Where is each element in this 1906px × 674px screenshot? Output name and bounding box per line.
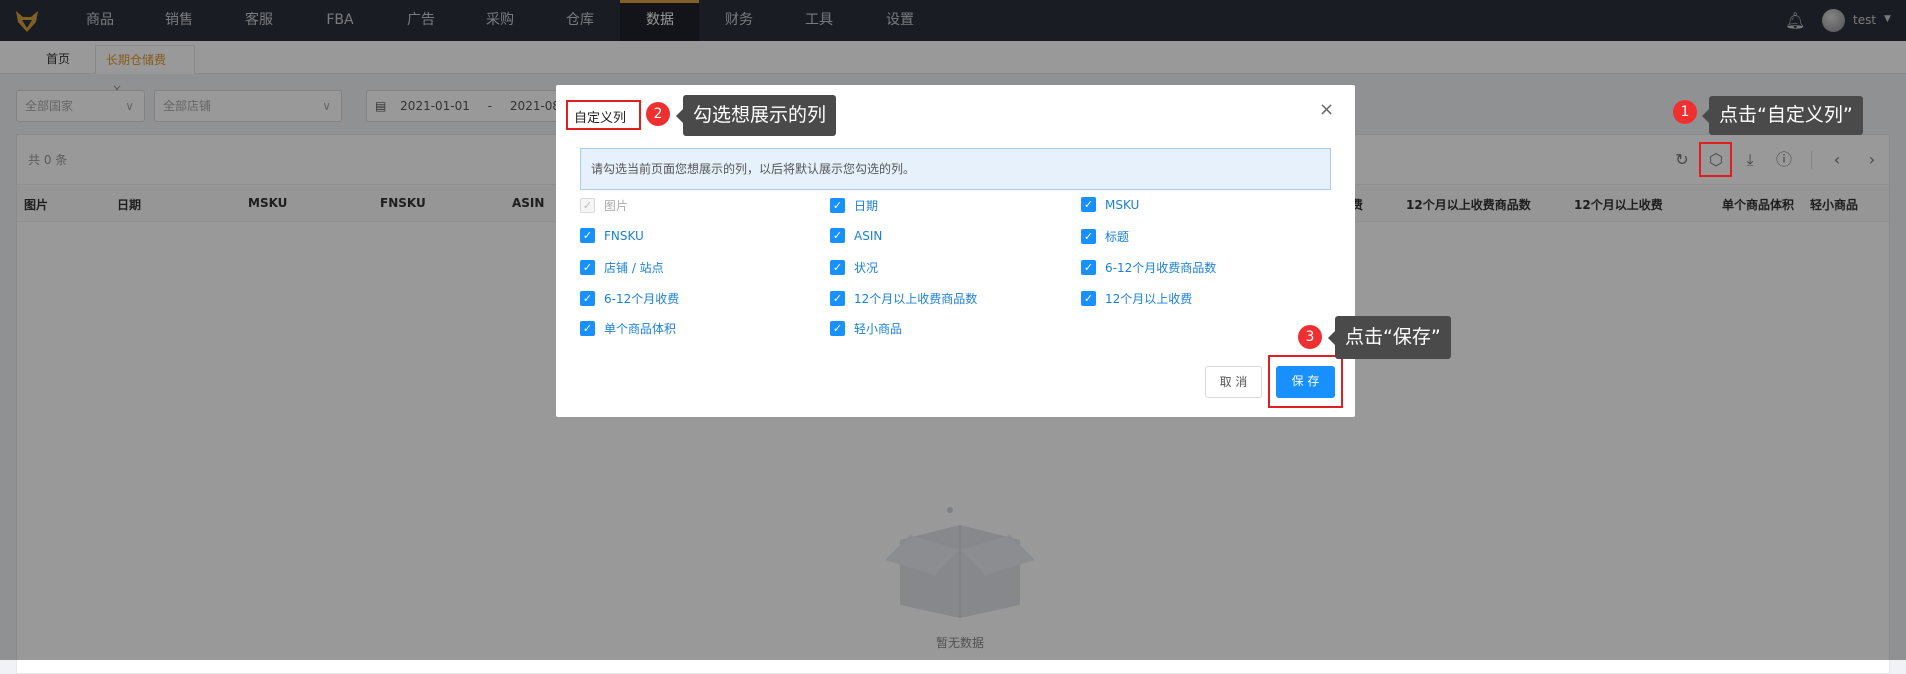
checkbox-label: FNSKU [604, 228, 644, 243]
cancel-button[interactable]: 取 消 [1205, 366, 1262, 398]
column-checkbox[interactable]: ✓ 单个商品体积 [580, 320, 676, 337]
annotation-highlight-title [566, 100, 641, 130]
checkbox-label: 6-12个月收费商品数 [1105, 261, 1217, 275]
column-checkbox[interactable]: ✓ 6-12个月收费 [580, 290, 679, 307]
annotation-tooltip-2: 勾选想展示的列 [675, 95, 837, 136]
close-icon[interactable]: × [1319, 99, 1334, 120]
checkbox-label: 6-12个月收费 [604, 292, 680, 306]
annotation-highlight-gear [1699, 142, 1732, 177]
checkbox-label: ASIN [854, 228, 883, 243]
checkbox-checked-icon[interactable]: ✓ [830, 291, 845, 306]
checkbox-label: 日期 [854, 199, 879, 213]
annotation-badge-1: 1 [1673, 100, 1697, 124]
checkbox-checked-icon[interactable]: ✓ [1081, 197, 1096, 212]
checkbox-label: MSKU [1105, 197, 1140, 212]
annotation-highlight-save [1268, 355, 1343, 408]
column-checkbox[interactable]: ✓ 日期 [830, 197, 878, 214]
column-checkbox[interactable]: ✓ 状况 [830, 259, 878, 276]
annotation-tooltip-1: 点击“自定义列” [1702, 96, 1863, 135]
checkbox-label: 图片 [604, 199, 629, 213]
checkbox-checked-icon[interactable]: ✓ [830, 321, 845, 336]
checkbox-label: 轻小商品 [854, 322, 903, 336]
checkbox-checked-icon[interactable]: ✓ [1081, 291, 1096, 306]
checkbox-label: 12个月以上收费 [1105, 292, 1193, 306]
column-checkbox[interactable]: ✓ 6-12个月收费商品数 [1081, 259, 1216, 276]
checkbox-checked-icon[interactable]: ✓ [580, 228, 595, 243]
checkbox-checked-icon[interactable]: ✓ [1081, 260, 1096, 275]
column-checkbox[interactable]: ✓ ASIN [830, 228, 882, 243]
column-checkbox[interactable]: ✓ 标题 [1081, 228, 1129, 245]
column-checkbox[interactable]: ✓ 轻小商品 [830, 320, 902, 337]
checkbox-checked-icon[interactable]: ✓ [580, 291, 595, 306]
column-checkbox[interactable]: ✓ 12个月以上收费商品数 [830, 290, 977, 307]
annotation-tooltip-3: 点击“保存” [1328, 316, 1451, 359]
column-checkbox[interactable]: ✓ FNSKU [580, 228, 644, 243]
annotation-badge-2: 2 [646, 102, 670, 126]
checkbox-label: 店铺 / 站点 [604, 261, 664, 275]
checkbox-label: 单个商品体积 [604, 322, 677, 336]
checkbox-checked-icon[interactable]: ✓ [830, 198, 845, 213]
checkbox-checked-icon[interactable]: ✓ [580, 260, 595, 275]
info-banner: 请勾选当前页面您想展示的列，以后将默认展示您勾选的列。 [580, 148, 1331, 190]
checkbox-checked-icon[interactable]: ✓ [830, 228, 845, 243]
checkbox-checked-icon: ✓ [580, 198, 595, 213]
checkbox-label: 12个月以上收费商品数 [854, 292, 978, 306]
checkbox-checked-icon[interactable]: ✓ [830, 260, 845, 275]
column-checkbox[interactable]: ✓ 店铺 / 站点 [580, 259, 664, 276]
annotation-badge-3: 3 [1298, 325, 1322, 349]
custom-columns-modal: 自定义列 × 请勾选当前页面您想展示的列，以后将默认展示您勾选的列。 ✓ 图片 ✓ 日… [556, 85, 1355, 417]
checkbox-label: 状况 [854, 261, 879, 275]
column-checkbox: ✓ 图片 [580, 197, 628, 214]
checkbox-checked-icon[interactable]: ✓ [1081, 229, 1096, 244]
checkbox-checked-icon[interactable]: ✓ [580, 321, 595, 336]
checkbox-label: 标题 [1105, 230, 1130, 244]
column-checkbox[interactable]: ✓ MSKU [1081, 197, 1139, 212]
column-checkbox[interactable]: ✓ 12个月以上收费 [1081, 290, 1192, 307]
